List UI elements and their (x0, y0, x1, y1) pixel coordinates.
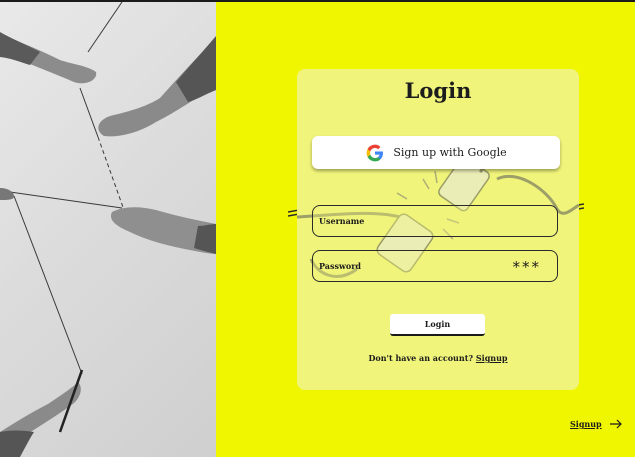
signup-link[interactable]: Signup (476, 353, 508, 363)
username-label: Username (319, 216, 365, 226)
username-field[interactable]: Username (312, 205, 558, 237)
footer-signup-label: Signup (570, 419, 602, 429)
google-logo-icon (366, 144, 384, 161)
footer-signup-link[interactable]: Signup (570, 419, 622, 429)
password-mask: *** (512, 258, 541, 276)
hands-photo (0, 2, 216, 457)
password-label: Password (319, 261, 362, 271)
google-signup-label: Sign up with Google (393, 146, 507, 159)
no-account-text: Don't have an account? (368, 353, 474, 363)
password-field[interactable]: Password *** (312, 250, 558, 282)
login-button[interactable]: Login (390, 314, 485, 336)
page-title: Login (404, 78, 472, 103)
signup-prompt: Don't have an account? Signup (297, 353, 579, 363)
google-signup-button[interactable]: Sign up with Google (312, 136, 560, 169)
arrow-right-icon (609, 419, 622, 429)
